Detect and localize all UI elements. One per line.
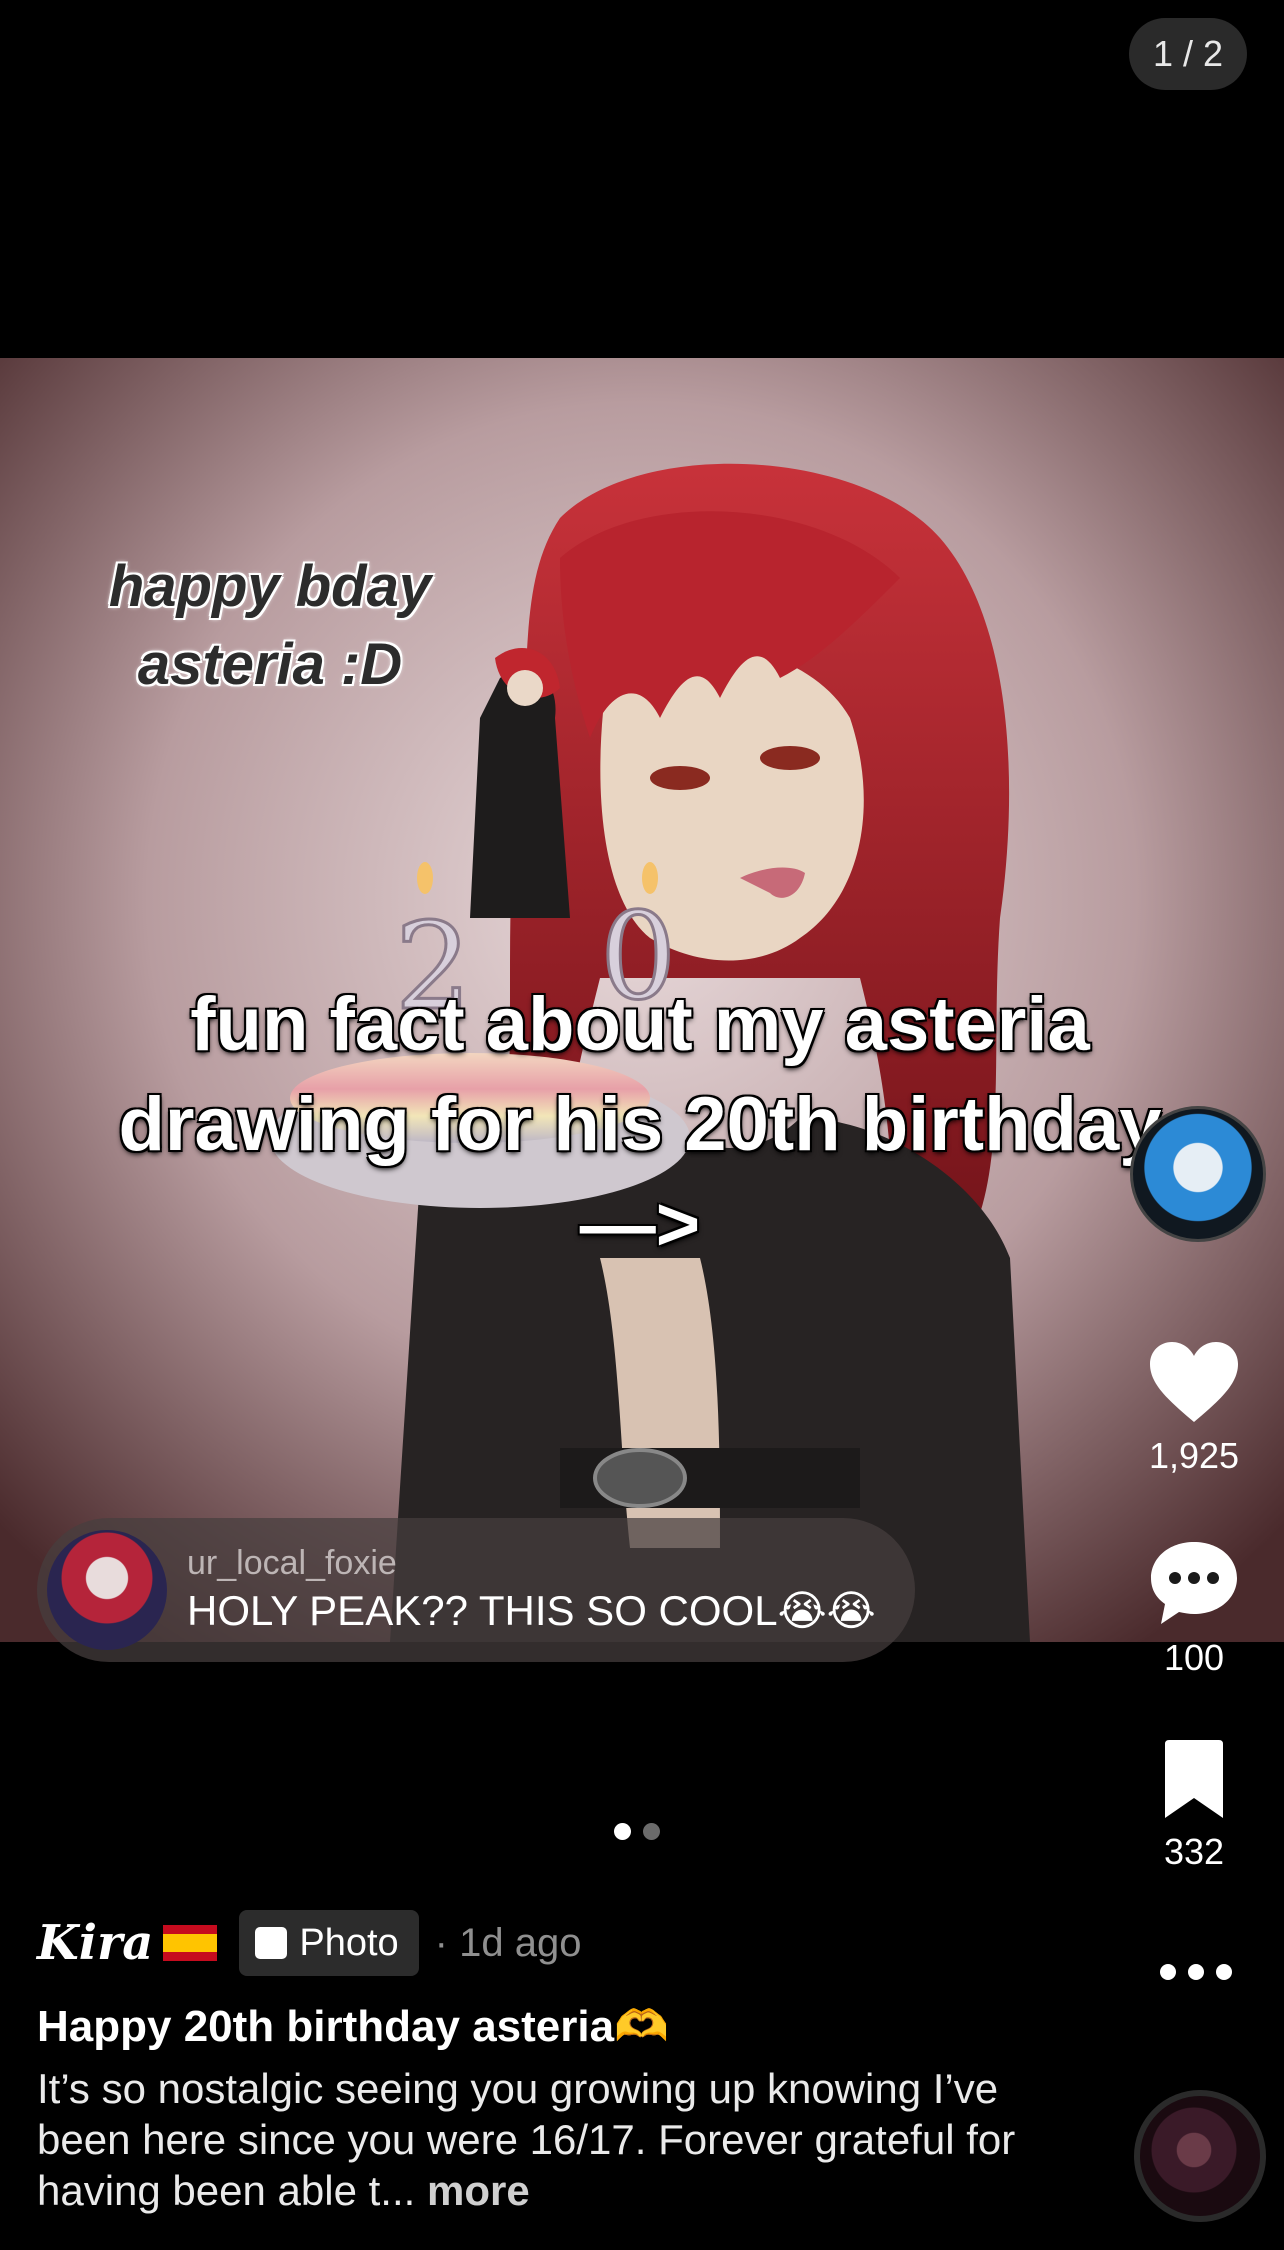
- author-name[interactable]: Kira: [37, 1915, 153, 1971]
- comment-bubble-icon: [1151, 1542, 1237, 1624]
- carousel-indicator: [614, 1823, 660, 1840]
- corner-caption-line1: happy bday: [108, 554, 432, 619]
- creator-avatar[interactable]: [1130, 1106, 1266, 1242]
- photo-badge[interactable]: Photo: [239, 1910, 419, 1976]
- pager-dot[interactable]: [643, 1823, 660, 1840]
- like-button[interactable]: 1,925: [1124, 1340, 1264, 1477]
- post-title: Happy 20th birthday asteria🫶: [37, 2002, 669, 2051]
- like-count: 1,925: [1148, 1435, 1240, 1476]
- main-caption-line2: drawing for his 20th birthday: [118, 1082, 1162, 1167]
- post-description[interactable]: It’s so nostalgic seeing you growing up …: [37, 2063, 1087, 2216]
- commenter-username: ur_local_foxie: [187, 1544, 397, 1582]
- comment-preview[interactable]: ur_local_foxie HOLY PEAK?? THIS SO COOL😭…: [37, 1518, 915, 1662]
- post-time: · 1d ago: [434, 1920, 582, 1965]
- slide-counter: 1 / 2: [1129, 18, 1247, 90]
- comment-button[interactable]: 100: [1124, 1540, 1264, 1679]
- comment-count: 100: [1163, 1637, 1225, 1678]
- more-link[interactable]: more: [427, 2167, 530, 2214]
- main-caption: fun fact about my asteria drawing for hi…: [40, 975, 1240, 1275]
- spain-flag-icon: [163, 1925, 218, 1961]
- corner-caption: happy bday asteria :D: [55, 548, 485, 704]
- post-meta-row: Kira Photo · 1d ago: [37, 1910, 581, 1976]
- commenter-avatar[interactable]: [47, 1530, 167, 1650]
- photo-badge-label: Photo: [299, 1921, 399, 1964]
- corner-caption-line2: asteria :D: [137, 632, 403, 697]
- more-options-icon[interactable]: [1160, 1964, 1232, 1980]
- comment-text: HOLY PEAK?? THIS SO COOL😭😭: [187, 1587, 876, 1634]
- heart-icon: [1150, 1342, 1238, 1422]
- save-button[interactable]: 332: [1124, 1740, 1264, 1873]
- main-caption-line1: fun fact about my asteria: [190, 982, 1090, 1067]
- music-disc[interactable]: [1134, 2090, 1266, 2222]
- bookmark-icon: [1165, 1740, 1223, 1818]
- save-count: 332: [1163, 1831, 1225, 1872]
- photo-icon: [255, 1927, 288, 1959]
- main-caption-line3: —>: [579, 1182, 701, 1267]
- pager-dot-active[interactable]: [614, 1823, 631, 1840]
